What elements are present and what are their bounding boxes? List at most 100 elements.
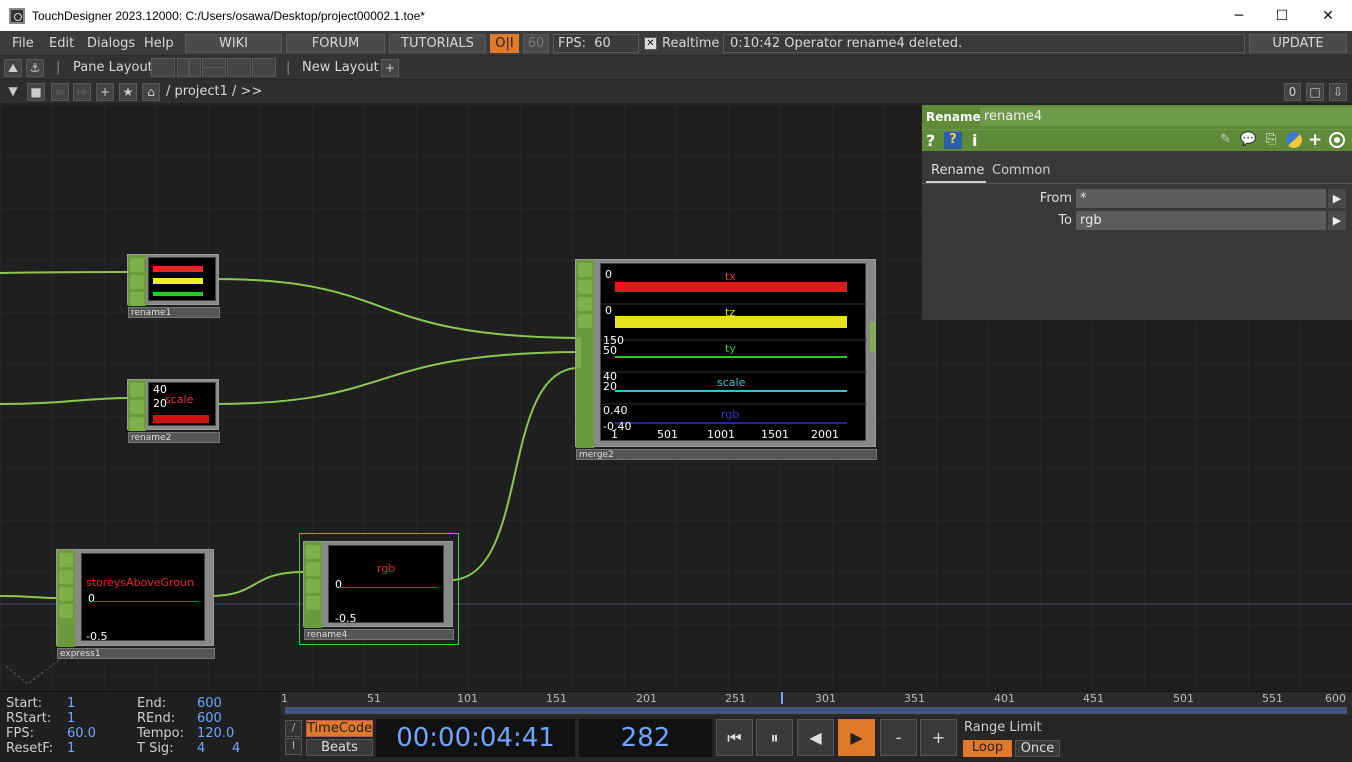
home-icon[interactable]: ⌂	[142, 83, 160, 101]
to-label: To	[1058, 213, 1072, 228]
realtime-label: Realtime	[662, 36, 720, 51]
resetf-field[interactable]: 1	[67, 741, 75, 756]
chevron-down-icon[interactable]: ▼	[4, 83, 22, 101]
beats-toggle[interactable]: Beats	[306, 739, 373, 756]
tab-rename[interactable]: Rename	[926, 161, 986, 183]
node-rename2[interactable]: 40 20 scale rename2	[127, 379, 220, 443]
forward-arrow-icon[interactable]: ⇨	[73, 83, 91, 101]
end-field[interactable]: 600	[197, 696, 222, 711]
operator-type: Rename	[926, 110, 981, 124]
layout-split-horizontal-icon[interactable]	[202, 58, 226, 77]
timecode-display[interactable]: 00:00:04:41	[376, 719, 575, 757]
range-scrollbar[interactable]	[285, 707, 1347, 714]
pause-icon[interactable]: ⏸	[756, 719, 793, 756]
pencil-icon[interactable]: ✎	[1220, 132, 1231, 147]
minimize-button[interactable]: ─	[1216, 0, 1262, 31]
layout-quad-icon[interactable]	[252, 58, 276, 77]
add-icon[interactable]: +	[1308, 130, 1322, 150]
stop-icon[interactable]: ■	[27, 83, 45, 101]
node-rename4[interactable]: rgb 0 -0.5 rename4	[303, 541, 454, 640]
fps-readout: FPS: 60	[553, 34, 639, 53]
timeline-bar: Start: 1 End: 600 RStart: 1 REnd: 600 FP…	[0, 691, 1352, 762]
status-message: 0:10:42 Operator rename4 deleted.	[723, 34, 1245, 53]
menu-file[interactable]: File	[12, 36, 34, 51]
rend-field[interactable]: 600	[197, 711, 222, 726]
from-label: From	[1039, 191, 1072, 206]
tutorials-button[interactable]: TUTORIALS	[389, 34, 486, 53]
wire-rename4-merge2	[452, 367, 577, 581]
help-icon[interactable]: ?	[926, 131, 935, 150]
play-reverse-icon[interactable]: ◀	[797, 719, 834, 756]
play-forward-icon[interactable]: ▶	[838, 719, 875, 756]
node-name: rename4	[304, 629, 454, 640]
python-help-icon[interactable]: ?	[944, 132, 962, 149]
node-name: merge2	[576, 449, 877, 460]
comment-icon[interactable]: 💬	[1240, 132, 1256, 147]
from-menu-arrow-icon[interactable]: ▶	[1328, 189, 1346, 208]
rewind-to-start-icon[interactable]: ⏮	[716, 719, 753, 756]
layout-single-icon[interactable]	[151, 58, 175, 77]
tsig-numerator-field[interactable]: 4	[197, 741, 205, 756]
anchor-icon[interactable]: ⚓	[26, 59, 44, 77]
update-button[interactable]: UPDATE	[1249, 34, 1347, 53]
range-limit-label: Range Limit	[964, 720, 1042, 735]
maximize-pane-icon[interactable]: □	[1306, 83, 1324, 101]
menu-dialogs[interactable]: Dialogs	[87, 36, 135, 51]
wire-in-rename2	[0, 397, 128, 405]
path-bar: ▼ ■ ⇦ ⇨ + ★ ⌂ / project1 / >> 0 □ ⇩	[0, 80, 1352, 104]
close-button[interactable]: ✕	[1305, 0, 1351, 31]
maximize-button[interactable]: ☐	[1259, 0, 1305, 31]
target-icon[interactable]	[1329, 132, 1345, 148]
node-merge2[interactable]: tx tz ty scale rgb 0 0 150 50 40 20 0.40…	[575, 259, 877, 460]
layout-three-icon[interactable]	[227, 58, 251, 77]
info-icon[interactable]: i	[972, 131, 977, 150]
tab-common[interactable]: Common	[992, 161, 1058, 183]
timecode-toggle[interactable]: TimeCode	[306, 720, 373, 737]
fps-cap-field[interactable]: 60	[523, 34, 549, 53]
timeline-ruler[interactable]: 1 51 101 151 201 251 301 351 401 451 501…	[281, 692, 1352, 716]
operator-name-field[interactable]: rename4	[980, 107, 1352, 126]
menu-help[interactable]: Help	[144, 36, 174, 51]
timeline-fps-field[interactable]: 60.0	[67, 726, 96, 741]
loop-toggle[interactable]: Loop	[963, 740, 1012, 757]
playhead-marker[interactable]	[781, 692, 783, 704]
window-title: TouchDesigner 2023.12000: C:/Users/osawa…	[32, 8, 425, 23]
to-menu-arrow-icon[interactable]: ▶	[1328, 211, 1346, 230]
new-layout-label: New Layout	[302, 60, 379, 75]
timeline-cursor-icon[interactable]: I	[285, 738, 302, 755]
python-icon[interactable]	[1286, 132, 1302, 148]
menu-edit[interactable]: Edit	[49, 36, 74, 51]
oi-toggle-button[interactable]: O|I	[490, 34, 519, 53]
fps-label: FPS:	[558, 36, 586, 51]
realtime-checkbox[interactable]: ✕	[644, 37, 657, 50]
timeline-slash-icon[interactable]: /	[285, 720, 302, 737]
wiki-button[interactable]: WIKI	[185, 34, 282, 53]
step-back-button[interactable]: -	[880, 719, 917, 756]
node-rename1[interactable]: rename1	[127, 254, 220, 318]
tsig-denominator-field[interactable]: 4	[232, 741, 240, 756]
forum-button[interactable]: FORUM	[286, 34, 385, 53]
frame-display[interactable]: 282	[579, 719, 712, 757]
start-field[interactable]: 1	[67, 696, 75, 711]
network-view-icon[interactable]: ⛰	[4, 59, 22, 77]
node-express1[interactable]: storeysAboveGroun 0 -0.5 express1	[56, 549, 215, 659]
path-counter: 0	[1284, 83, 1301, 101]
add-operator-icon[interactable]: +	[96, 83, 114, 101]
add-layout-button[interactable]: +	[381, 59, 399, 77]
network-path[interactable]: / project1 / >>	[166, 84, 262, 99]
from-input[interactable]: *	[1076, 189, 1326, 208]
wire-rename2-merge2	[213, 351, 577, 405]
fps-value: 60	[594, 36, 611, 51]
once-toggle[interactable]: Once	[1015, 740, 1060, 757]
layout-split-vertical-icon[interactable]	[177, 58, 201, 77]
back-arrow-icon[interactable]: ⇦	[51, 83, 69, 101]
rstart-field[interactable]: 1	[67, 711, 75, 726]
bookmark-star-icon[interactable]: ★	[119, 83, 137, 101]
step-forward-button[interactable]: +	[920, 719, 957, 756]
clipboard-icon[interactable]: ⎘	[1266, 132, 1276, 147]
to-input[interactable]: rgb	[1076, 211, 1326, 230]
tempo-field[interactable]: 120.0	[197, 726, 234, 741]
download-icon[interactable]: ⇩	[1329, 83, 1347, 101]
parameter-panel: Rename rename4 ? ? i ✎ 💬 ⎘ + Rename Comm…	[921, 105, 1352, 321]
node-name: express1	[57, 648, 215, 659]
